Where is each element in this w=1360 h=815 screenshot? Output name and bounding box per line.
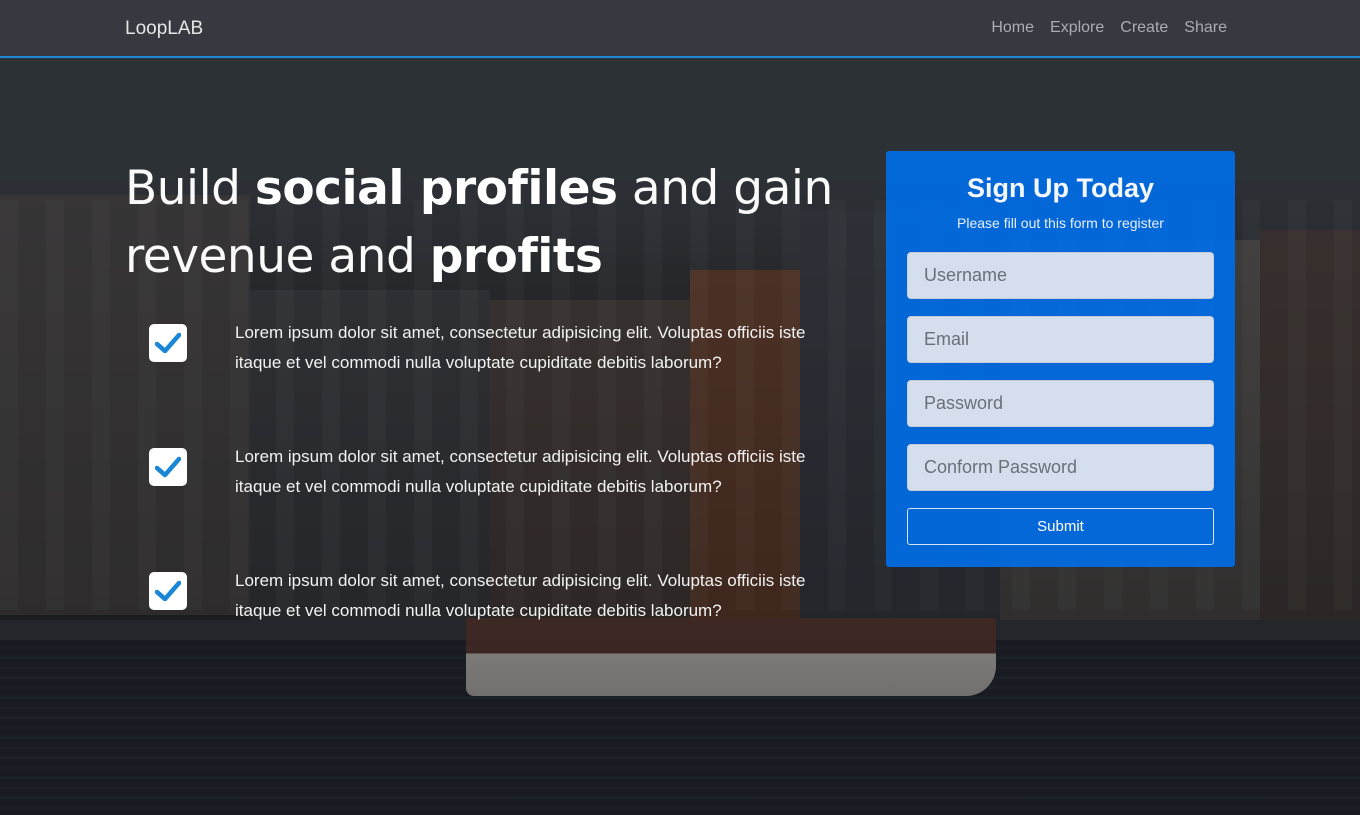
signup-title: Sign Up Today (967, 173, 1154, 203)
username-input[interactable] (907, 252, 1214, 299)
feature-text: Lorem ipsum dolor sit amet, consectetur … (235, 571, 806, 620)
checkmark-icon (149, 448, 187, 486)
hero-headline: Build social profiles and gain revenue a… (125, 155, 865, 291)
feature-item: Lorem ipsum dolor sit amet, consectetur … (149, 571, 849, 642)
nav-home[interactable]: Home (991, 19, 1034, 37)
feature-item: Lorem ipsum dolor sit amet, consectetur … (149, 447, 849, 518)
brand-logo[interactable]: LoopLAB (125, 18, 203, 40)
nav-share[interactable]: Share (1184, 19, 1227, 37)
headline-emphasis-1: social profiles (254, 161, 618, 216)
confirm-password-input[interactable] (907, 444, 1214, 491)
nav-explore[interactable]: Explore (1050, 19, 1104, 37)
headline-emphasis-2: profits (429, 229, 603, 284)
email-input[interactable] (907, 316, 1214, 363)
feature-text: Lorem ipsum dolor sit amet, consectetur … (235, 447, 806, 496)
nav-create[interactable]: Create (1120, 19, 1168, 37)
password-input[interactable] (907, 380, 1214, 427)
signup-card: Sign Up Today Please fill out this form … (886, 151, 1235, 567)
headline-part-1: Build (125, 161, 255, 216)
submit-button[interactable]: Submit (907, 508, 1214, 545)
feature-item: Lorem ipsum dolor sit amet, consectetur … (149, 323, 849, 394)
checkmark-icon (149, 324, 187, 362)
checkmark-icon (149, 572, 187, 610)
signup-subtitle: Please fill out this form to register (957, 215, 1164, 231)
navbar: LoopLAB Home Explore Create Share (0, 0, 1360, 58)
nav-menu: Home Explore Create Share (991, 19, 1227, 37)
feature-text: Lorem ipsum dolor sit amet, consectetur … (235, 323, 806, 372)
